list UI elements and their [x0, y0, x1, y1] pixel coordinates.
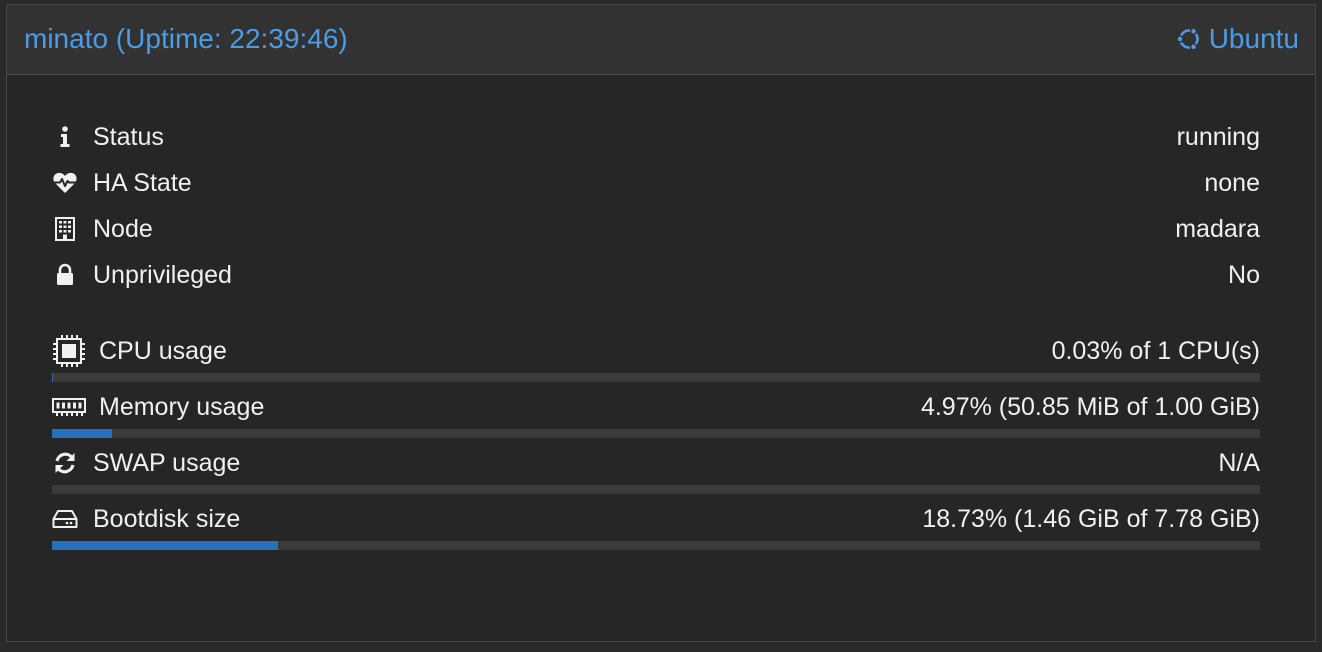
panel-header: minato (Uptime: 22:39:46) Ubuntu — [7, 5, 1315, 75]
memory-usage-row: Memory usage 4.97% (50.85 MiB of 1.00 Gi… — [52, 390, 1260, 424]
status-value: running — [1176, 123, 1260, 151]
heartbeat-icon — [52, 170, 78, 196]
refresh-icon — [52, 450, 78, 476]
info-icon — [52, 124, 78, 150]
swap-usage-value: N/A — [1218, 449, 1260, 477]
lock-icon — [52, 262, 78, 288]
building-icon — [52, 216, 78, 242]
status-row: Status running — [52, 120, 1260, 154]
unprivileged-row: Unprivileged No — [52, 258, 1260, 292]
panel-title: minato (Uptime: 22:39:46) — [24, 23, 348, 54]
cpu-usage-bar-fill — [52, 373, 53, 382]
cpu-chip-icon — [52, 335, 86, 367]
node-label: Node — [93, 215, 153, 243]
node-value: madara — [1175, 215, 1260, 243]
ha-state-label: HA State — [93, 169, 192, 197]
unprivileged-value: No — [1228, 261, 1260, 289]
ubuntu-icon — [1175, 25, 1203, 53]
os-indicator: Ubuntu — [1175, 22, 1299, 56]
bootdisk-size-value: 18.73% (1.46 GiB of 7.78 GiB) — [922, 505, 1260, 533]
hdd-icon — [52, 506, 78, 532]
swap-usage-bar — [52, 485, 1260, 494]
unprivileged-label: Unprivileged — [93, 261, 232, 289]
node-row: Node madara — [52, 212, 1260, 246]
ha-state-value: none — [1204, 169, 1260, 197]
memory-usage-bar — [52, 429, 1260, 438]
ha-state-row: HA State none — [52, 166, 1260, 200]
bootdisk-size-bar — [52, 541, 1260, 550]
cpu-usage-value: 0.03% of 1 CPU(s) — [1051, 337, 1260, 365]
memory-usage-bar-fill — [52, 429, 113, 438]
memory-usage-label: Memory usage — [99, 393, 265, 421]
os-label: Ubuntu — [1208, 23, 1299, 54]
bootdisk-size-row: Bootdisk size 18.73% (1.46 GiB of 7.78 G… — [52, 502, 1260, 536]
cpu-usage-bar — [52, 373, 1260, 382]
status-label: Status — [93, 123, 164, 151]
swap-usage-row: SWAP usage N/A — [52, 446, 1260, 480]
memory-usage-value: 4.97% (50.85 MiB of 1.00 GiB) — [920, 393, 1260, 421]
bootdisk-size-bar-fill — [52, 541, 279, 550]
bootdisk-size-label: Bootdisk size — [93, 505, 241, 533]
memory-icon — [52, 396, 86, 418]
swap-usage-label: SWAP usage — [93, 449, 241, 477]
cpu-usage-row: CPU usage 0.03% of 1 CPU(s) — [52, 334, 1260, 368]
cpu-usage-label: CPU usage — [99, 337, 227, 365]
